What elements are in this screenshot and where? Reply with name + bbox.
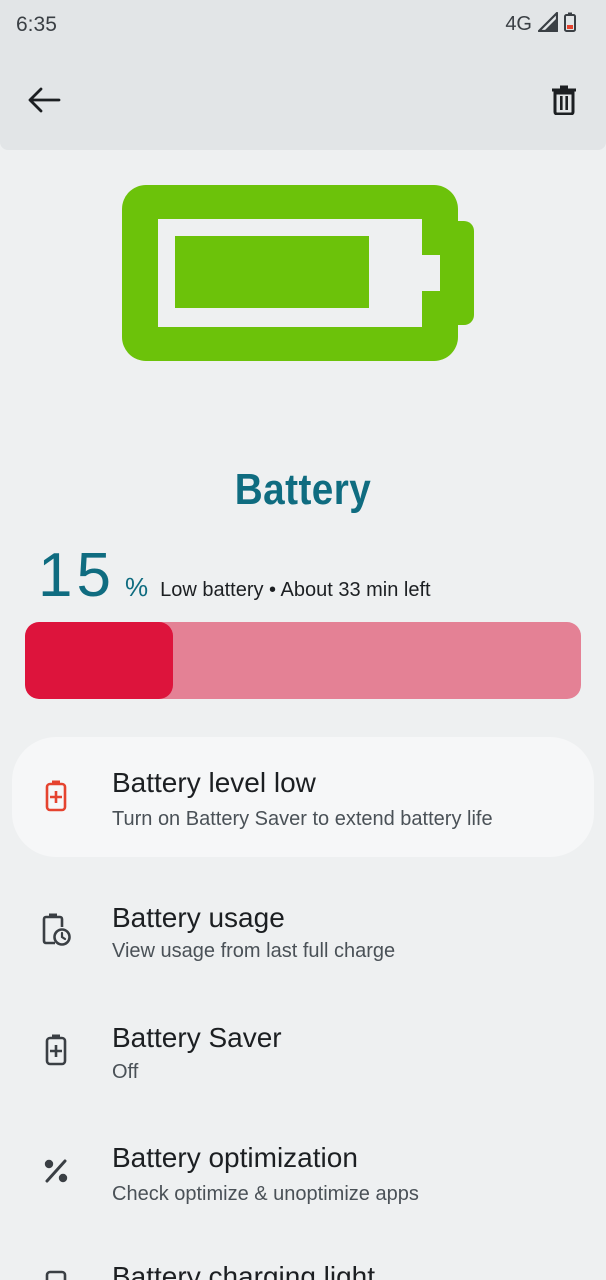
status-bar: 6:35 4G bbox=[0, 0, 606, 50]
item-title: Battery level low bbox=[112, 767, 316, 798]
status-time: 6:35 bbox=[16, 13, 57, 36]
charging-light-icon bbox=[40, 1269, 72, 1280]
list-item-battery-saver[interactable]: Battery Saver Off bbox=[0, 994, 606, 1110]
item-subtitle: Off bbox=[112, 1061, 139, 1083]
battery-saver-icon bbox=[40, 1034, 72, 1066]
list-item-battery-usage[interactable]: Battery usage View usage from last full … bbox=[0, 872, 606, 988]
network-type: 4G bbox=[505, 13, 532, 35]
percent-icon bbox=[40, 1155, 72, 1187]
item-subtitle: Turn on Battery Saver to extend battery … bbox=[112, 808, 493, 830]
battery-percentage: 15 bbox=[38, 541, 115, 610]
arrow-back-icon bbox=[27, 87, 61, 118]
battery-status-text: Low battery • About 33 min left bbox=[160, 579, 431, 601]
signal-icon bbox=[537, 11, 559, 37]
battery-icon bbox=[122, 185, 474, 366]
item-title: Battery usage bbox=[112, 902, 285, 933]
battery-level-bar bbox=[25, 622, 581, 699]
list-item-battery-level-low[interactable]: Battery level low Turn on Battery Saver … bbox=[0, 737, 606, 857]
battery-level-fill bbox=[25, 622, 174, 699]
percent-sign: % bbox=[124, 572, 149, 602]
page-title: Battery bbox=[234, 465, 372, 514]
delete-button[interactable] bbox=[542, 80, 586, 124]
item-title: Battery charging light bbox=[112, 1261, 376, 1280]
app-bar bbox=[0, 50, 606, 150]
battery-alert-icon bbox=[40, 780, 72, 812]
item-title: Battery Saver bbox=[112, 1022, 282, 1053]
back-button[interactable] bbox=[22, 80, 66, 124]
list-item-battery-charging-light[interactable]: Battery charging light bbox=[0, 1236, 606, 1280]
item-subtitle: Check optimize & unoptimize apps bbox=[112, 1183, 419, 1205]
status-icons: 4G bbox=[505, 11, 576, 37]
item-title: Battery optimization bbox=[112, 1142, 358, 1173]
trash-icon bbox=[551, 85, 577, 120]
battery-level: 15 % Low battery • About 33 min left bbox=[38, 540, 431, 611]
battery-usage-icon bbox=[40, 913, 72, 946]
item-subtitle: View usage from last full charge bbox=[112, 940, 396, 962]
list-item-battery-optimization[interactable]: Battery optimization Check optimize & un… bbox=[0, 1115, 606, 1231]
battery-low-icon bbox=[564, 12, 576, 37]
